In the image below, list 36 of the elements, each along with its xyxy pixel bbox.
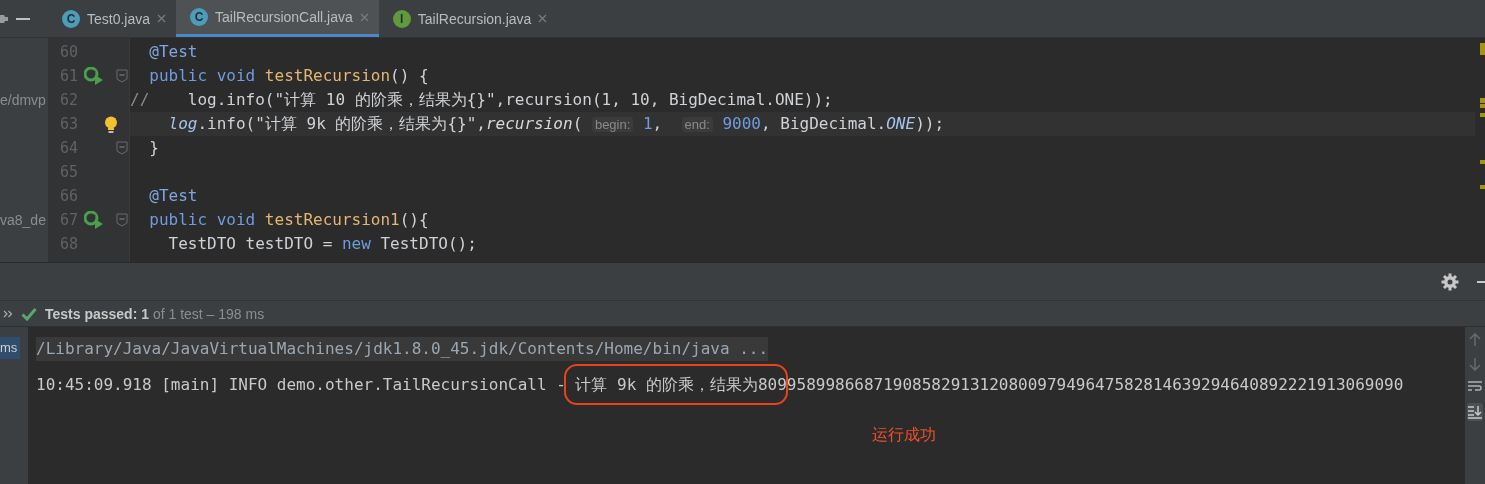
- run-test-icon[interactable]: [84, 211, 104, 229]
- lightbulb-icon[interactable]: [104, 116, 118, 134]
- code-line: TestDTO testDTO = new TestDTO();: [167, 233, 477, 255]
- code-line: }: [148, 137, 159, 159]
- minimize-icon[interactable]: [1477, 280, 1485, 283]
- soft-wrap-icon[interactable]: [1468, 381, 1482, 393]
- run-test-icon[interactable]: [84, 67, 104, 85]
- code-line: public void testRecursion1(){: [148, 209, 429, 231]
- annotation-text: 运行成功: [872, 425, 936, 446]
- fold-icon[interactable]: [116, 69, 128, 83]
- interface-icon: I: [392, 9, 411, 28]
- up-arrow-icon[interactable]: [1469, 333, 1481, 347]
- project-tree-item[interactable]: e/dmvp: [0, 88, 46, 112]
- code-line: // log.info("计算 10 的阶乘，结果为{}",recursion(1, 10, BigDecimal.ONE));: [130, 89, 833, 111]
- code-line: public void testRecursion() {: [148, 65, 429, 87]
- code-line: @Test: [148, 185, 198, 207]
- close-icon[interactable]: [538, 14, 548, 23]
- close-icon[interactable]: [157, 14, 167, 23]
- settings-icon[interactable]: [1441, 272, 1459, 291]
- project-tree-item[interactable]: va8_de: [0, 208, 46, 232]
- file-tab[interactable]: C TailRecursionCall.java: [176, 0, 379, 37]
- file-tab[interactable]: C Test0.java: [48, 0, 177, 37]
- fold-icon[interactable]: [116, 141, 128, 155]
- class-icon: C: [190, 8, 209, 26]
- file-tab[interactable]: I TailRecursion.java: [378, 0, 558, 37]
- test-summary: Tests passed: 1 of 1 test – 198 ms: [45, 305, 265, 322]
- chevron-icon[interactable]: [3, 309, 13, 318]
- fold-icon[interactable]: [116, 213, 128, 227]
- minimize-icon[interactable]: [16, 17, 30, 20]
- class-icon: C: [62, 9, 80, 28]
- scroll-to-end-button[interactable]: [1467, 403, 1483, 421]
- code-line: @Test: [148, 41, 198, 63]
- down-arrow-icon[interactable]: [1469, 357, 1481, 371]
- close-icon[interactable]: [359, 12, 369, 22]
- duration-badge: ms: [0, 337, 21, 359]
- code-line: log.info("计算 9k 的阶乘，结果为{}",recursion( begin: 1, end: 9000, BigDecimal.ONE));: [130, 112, 945, 136]
